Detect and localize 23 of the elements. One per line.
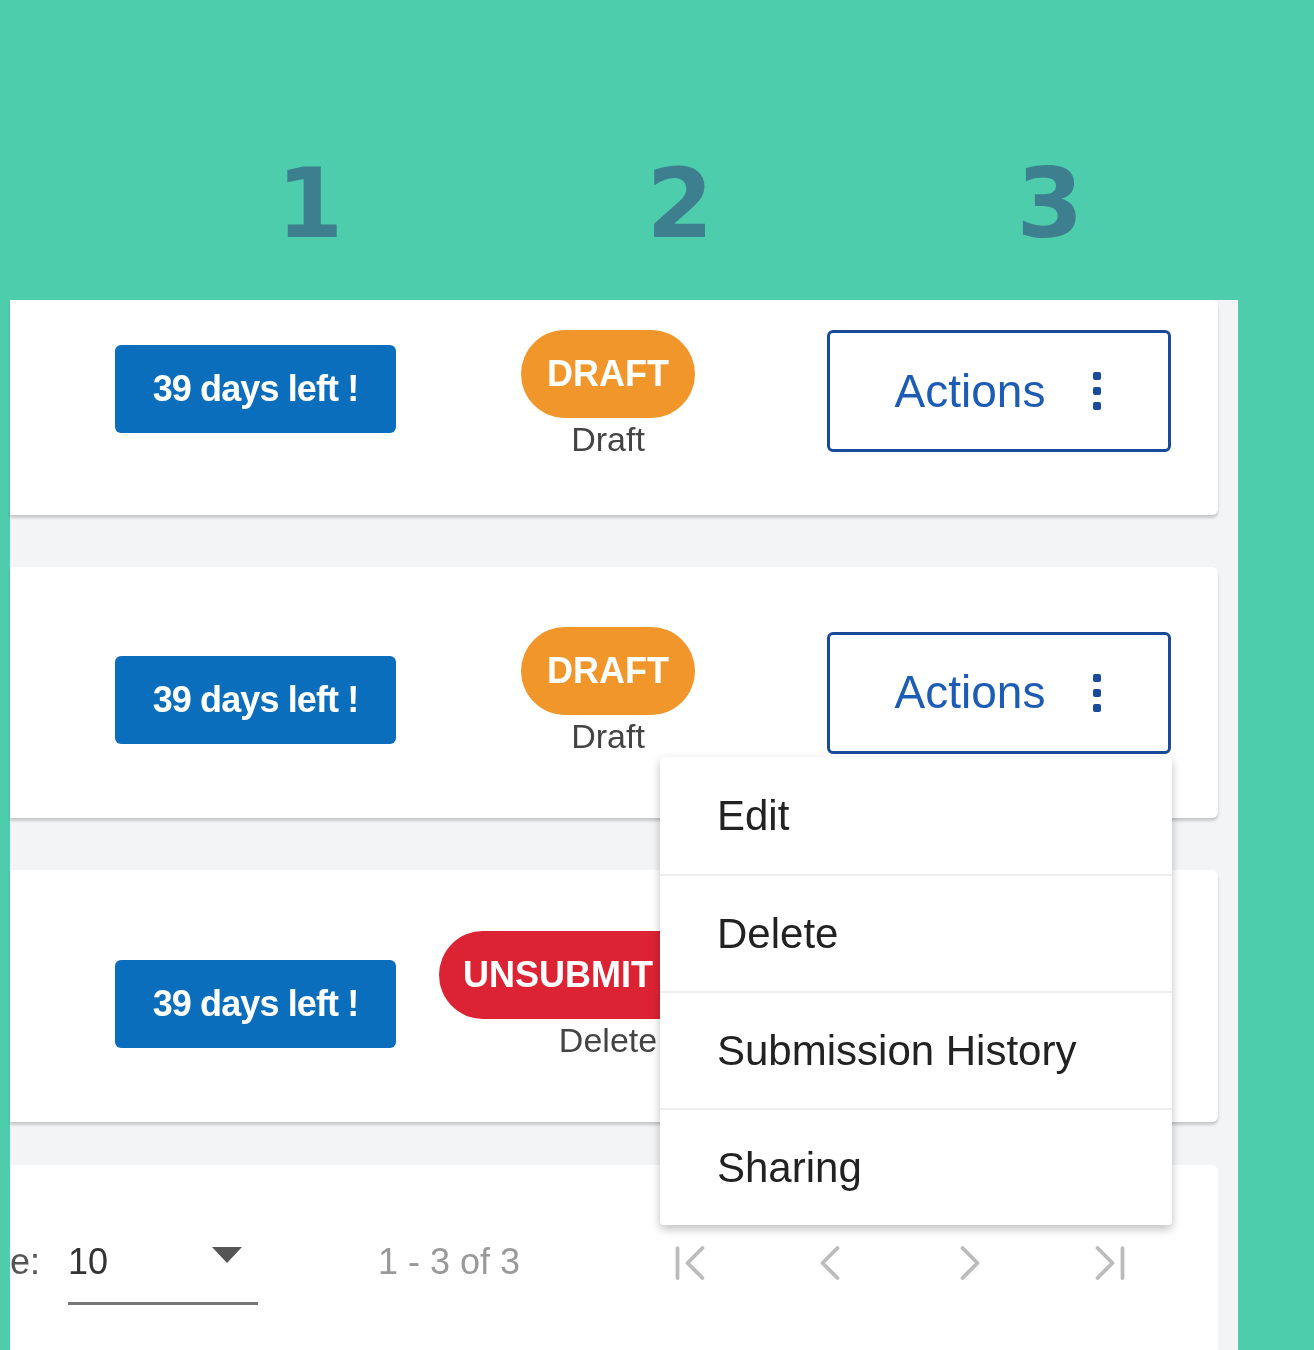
status-pill: DRAFT — [521, 627, 695, 716]
more-icon — [1091, 673, 1104, 712]
column-number: 2 — [645, 156, 715, 252]
more-icon — [1091, 372, 1104, 410]
page-size-select[interactable]: 10 — [68, 1235, 259, 1305]
page-size-label: e: — [10, 1240, 41, 1284]
status-text: Draft — [571, 419, 645, 460]
menu-item[interactable]: Delete — [660, 874, 1172, 991]
column-number: 1 — [275, 156, 345, 252]
days-left-badge: 39 days left ! — [115, 656, 396, 744]
menu-item[interactable]: Edit — [660, 757, 1172, 874]
page-range: 1 - 3 of 3 — [378, 1240, 521, 1284]
menu-item[interactable]: Sharing — [660, 1108, 1172, 1225]
actions-button[interactable]: Actions — [827, 330, 1171, 452]
status-pill: DRAFT — [521, 330, 695, 418]
actions-button[interactable]: Actions — [827, 631, 1171, 754]
days-left-badge: 39 days left ! — [115, 345, 396, 433]
menu-item[interactable]: Submission History — [660, 991, 1172, 1108]
days-left-badge: 39 days left ! — [115, 959, 396, 1048]
status-text: Draft — [571, 716, 645, 758]
column-number: 3 — [1015, 156, 1085, 252]
dropdown-caret-icon — [212, 1247, 243, 1263]
status-text: Delete — [558, 1019, 658, 1061]
